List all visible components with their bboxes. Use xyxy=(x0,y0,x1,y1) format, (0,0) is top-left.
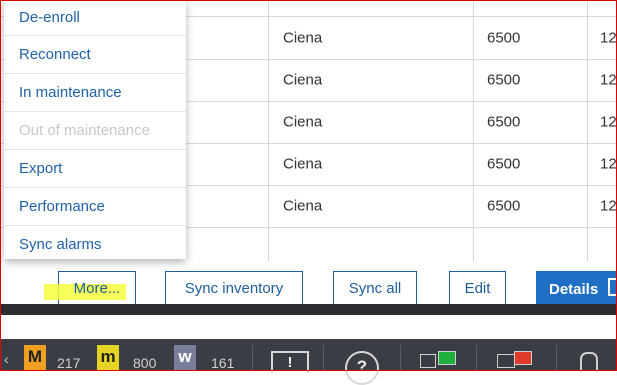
number-cell: 12 xyxy=(600,155,617,173)
gap xyxy=(0,315,617,339)
model-cell: 6500 xyxy=(487,155,521,173)
edit-button[interactable]: Edit xyxy=(449,271,506,305)
divider xyxy=(252,345,253,371)
divider xyxy=(400,345,401,371)
minor-alarm-count: 800 xyxy=(133,355,157,371)
details-button[interactable]: Details xyxy=(536,271,617,305)
number-cell: 12 xyxy=(600,71,617,89)
more-actions-menu: De-enroll Reconnect In maintenance Out o… xyxy=(4,0,186,259)
model-cell: 6500 xyxy=(487,197,521,215)
menu-item-reconnect[interactable]: Reconnect xyxy=(4,36,186,74)
sync-inventory-button[interactable]: Sync inventory xyxy=(165,271,303,305)
menu-item-in-maintenance[interactable]: In maintenance xyxy=(4,74,186,112)
divider xyxy=(556,345,557,371)
details-button-label: Details xyxy=(549,281,599,298)
vendor-cell: Ciena xyxy=(283,155,323,173)
help-icon[interactable]: ? xyxy=(345,351,379,385)
menu-item-de-enroll[interactable]: De-enroll xyxy=(4,0,186,36)
major-alarm-badge[interactable]: M xyxy=(24,345,46,371)
vendor-cell: Ciena xyxy=(283,29,323,47)
network-error-status-icon xyxy=(514,351,532,365)
number-cell: 12 xyxy=(600,113,617,131)
window-bottom-edge xyxy=(0,304,617,315)
divider xyxy=(323,345,324,371)
model-cell: 6500 xyxy=(487,113,521,131)
sync-all-button[interactable]: Sync all xyxy=(333,271,417,305)
menu-item-out-of-maintenance: Out of maintenance xyxy=(4,112,186,150)
warning-alarm-count: 161 xyxy=(211,355,235,371)
more-button-label: More... xyxy=(73,279,121,297)
number-cell: 12 xyxy=(600,197,617,215)
status-taskbar: ‹ M 217 m 800 w 161 ! ? xyxy=(0,339,617,385)
menu-item-export[interactable]: Export xyxy=(4,150,186,188)
model-cell: 6500 xyxy=(487,71,521,89)
divider xyxy=(476,345,477,371)
model-cell: 6500 xyxy=(487,29,521,47)
panel-icon xyxy=(608,278,617,296)
minor-alarm-badge[interactable]: m xyxy=(97,345,119,371)
network-ok-status-icon xyxy=(438,351,456,365)
menu-item-performance[interactable]: Performance xyxy=(4,188,186,226)
bell-icon[interactable] xyxy=(580,352,598,372)
number-cell: 12 xyxy=(600,29,617,47)
action-button-bar: More... Sync inventory Sync all Edit Det… xyxy=(0,262,617,310)
major-alarm-count: 217 xyxy=(57,355,81,371)
scroll-left-icon[interactable]: ‹ xyxy=(4,351,9,375)
menu-item-sync-alarms[interactable]: Sync alarms xyxy=(4,226,186,263)
network-ok-icon[interactable] xyxy=(420,354,436,368)
vendor-cell: Ciena xyxy=(283,113,323,131)
alert-icon[interactable]: ! xyxy=(271,351,309,373)
vendor-cell: Ciena xyxy=(283,71,323,89)
vendor-cell: Ciena xyxy=(283,197,323,215)
network-error-icon[interactable] xyxy=(497,354,515,368)
warning-alarm-badge[interactable]: w xyxy=(174,345,196,371)
